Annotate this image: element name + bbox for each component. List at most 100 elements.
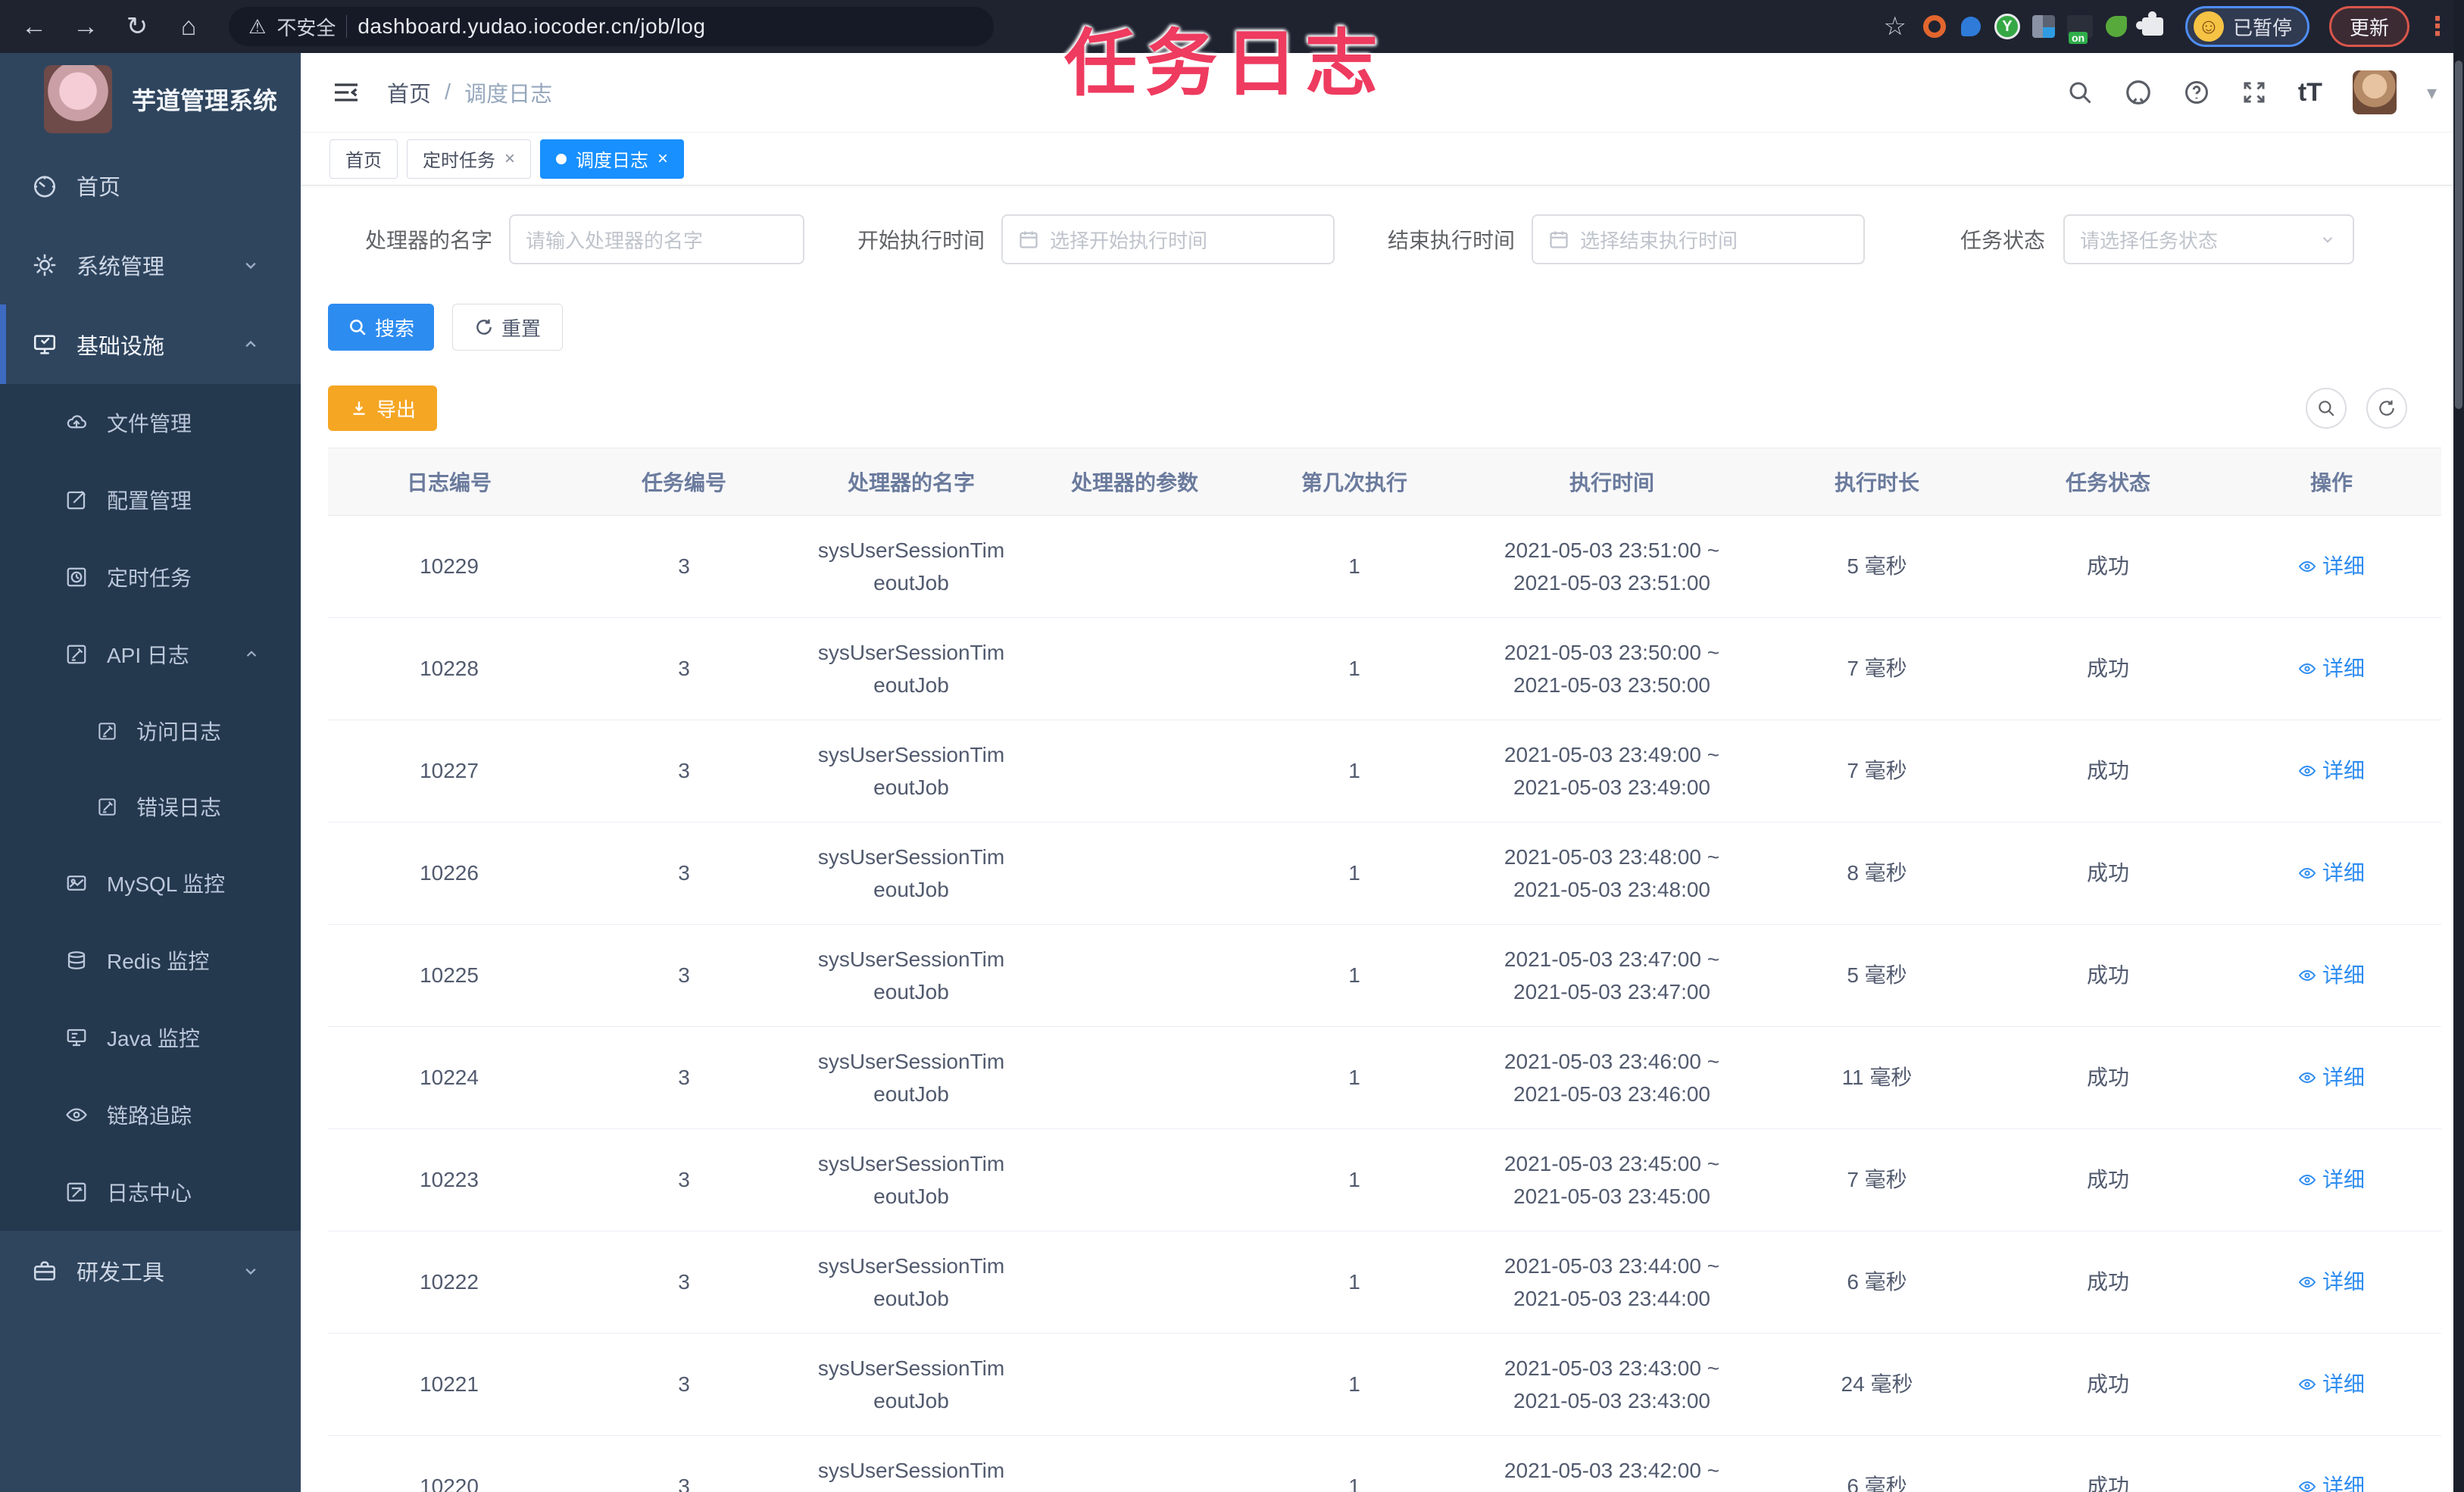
detail-link[interactable]: 详细 — [2298, 857, 2365, 889]
table-row: 10225 3 sysUserSessionTim eoutJob 1 2021-… — [328, 925, 2441, 1027]
detail-link[interactable]: 详细 — [2298, 1470, 2365, 1492]
tag-close-icon[interactable]: × — [657, 148, 668, 170]
cell-actions: 详细 — [2222, 1231, 2441, 1333]
browser-profile-chip[interactable]: ☺ 已暂停 — [2184, 6, 2309, 47]
detail-link[interactable]: 详细 — [2298, 652, 2365, 685]
collapse-menu-icon[interactable] — [331, 77, 361, 108]
detail-link[interactable]: 详细 — [2298, 1266, 2365, 1298]
github-icon[interactable] — [2124, 78, 2153, 107]
reset-button-label: 重置 — [501, 317, 541, 340]
cell-status: 成功 — [2086, 963, 2129, 988]
sidebar-item-system[interactable]: 系统管理 — [0, 225, 301, 304]
tag-close-icon[interactable]: × — [504, 148, 515, 170]
chevron-down-icon — [2322, 237, 2333, 243]
sidebar-item-label: Java 监控 — [107, 1027, 200, 1050]
address-bar[interactable]: ⚠ 不安全 dashboard.yudao.iocoder.cn/job/log — [229, 7, 994, 46]
cell-handler-param — [1025, 720, 1244, 822]
sidebar-item-dev-tools[interactable]: 研发工具 — [0, 1231, 301, 1310]
table-row: 10226 3 sysUserSessionTim eoutJob 1 2021-… — [328, 822, 2441, 925]
extension-icon-grid[interactable] — [2029, 12, 2058, 41]
extension-icon-y[interactable]: Y — [1993, 12, 2022, 41]
browser-update-button[interactable]: 更新 — [2328, 6, 2409, 47]
cell-handler-param — [1025, 1129, 1244, 1231]
bookmark-star-icon[interactable]: ☆ — [1883, 11, 1906, 42]
detail-link[interactable]: 详细 — [2298, 754, 2365, 787]
cell-task-id: 3 — [678, 759, 690, 783]
cell-exec-count: 1 — [1348, 759, 1360, 783]
eye-icon — [2298, 663, 2316, 674]
detail-link[interactable]: 详细 — [2298, 1061, 2365, 1094]
cell-handler-param — [1025, 1436, 1244, 1492]
sidebar-item-file-management[interactable]: 文件管理 — [0, 384, 301, 461]
sidebar-item-infrastructure[interactable]: 基础设施 — [0, 304, 301, 384]
cell-log-id: 10225 — [420, 963, 479, 988]
cell-handler-name: sysUserSessionTimeoutJob — [817, 742, 1005, 799]
column-header: 处理器的参数 — [1070, 471, 1198, 495]
search-icon[interactable] — [2066, 79, 2094, 106]
browser-forward-icon[interactable]: → — [64, 7, 108, 46]
breadcrumb-current: 调度日志 — [464, 83, 553, 107]
gear-icon — [33, 254, 56, 276]
fullscreen-icon[interactable] — [2241, 79, 2268, 106]
extensions-puzzle-icon[interactable] — [2135, 11, 2167, 41]
user-menu-caret-icon[interactable]: ▾ — [2427, 81, 2437, 105]
sidebar-item-config-management[interactable]: 配置管理 — [0, 461, 301, 538]
extension-icon-ring[interactable] — [1920, 12, 1949, 41]
browser-home-icon[interactable]: ⌂ — [167, 7, 211, 46]
sidebar-item-label: 首页 — [77, 175, 121, 200]
sidebar-item-error-log[interactable]: 错误日志 — [0, 769, 301, 844]
breadcrumb: 首页 / 调度日志 — [387, 76, 552, 108]
cell-log-id: 10223 — [420, 1168, 479, 1192]
browser-reload-icon[interactable]: ↻ — [115, 7, 159, 46]
export-button[interactable]: 导出 — [328, 385, 437, 431]
detail-link[interactable]: 详细 — [2298, 1163, 2365, 1196]
sidebar-item-trace[interactable]: 链路追踪 — [0, 1076, 301, 1153]
sidebar-item-label: 访问日志 — [136, 720, 222, 744]
breadcrumb-home[interactable]: 首页 — [387, 76, 431, 108]
page-content: 处理器的名字 请输入处理器的名字 开始执行时间 选择开始执行时间 结束执行时间 … — [301, 186, 2464, 1492]
detail-link[interactable]: 详细 — [2298, 550, 2365, 582]
tag-job-log-active[interactable]: 调度日志 × — [540, 139, 685, 179]
refresh-table-button[interactable] — [2366, 388, 2407, 429]
search-icon — [350, 320, 366, 336]
extension-on-badge: on — [2068, 32, 2088, 44]
extension-icon-leaf[interactable] — [2102, 12, 2131, 41]
sidebar-item-mysql-monitor[interactable]: MySQL 监控 — [0, 844, 301, 922]
app-logo-image — [44, 65, 112, 133]
cell-actions: 详细 — [2222, 925, 2441, 1026]
detail-link[interactable]: 详细 — [2298, 959, 2365, 991]
start-time-picker[interactable]: 选择开始执行时间 — [1001, 214, 1335, 264]
detail-link[interactable]: 详细 — [2298, 1368, 2365, 1400]
cell-duration: 5 毫秒 — [1847, 554, 1907, 579]
sidebar-item-label: 基础设施 — [77, 334, 165, 359]
end-time-picker[interactable]: 选择结束执行时间 — [1532, 214, 1865, 264]
app-logo-row[interactable]: 芋道管理系统 — [0, 53, 301, 145]
cell-duration: 6 毫秒 — [1847, 1270, 1907, 1294]
user-avatar[interactable] — [2352, 70, 2397, 114]
cell-exec-time: 2021-05-03 23:43:00 ~2021-05-03 23:43:00 — [1504, 1356, 1720, 1412]
reset-button[interactable]: 重置 — [452, 304, 563, 351]
tag-scheduled-jobs[interactable]: 定时任务 × — [407, 139, 532, 179]
extension-icon-on[interactable]: on — [2066, 12, 2094, 44]
extension-icon-drop[interactable] — [1957, 12, 1985, 41]
browser-back-icon[interactable]: ← — [12, 7, 56, 46]
handler-name-input[interactable]: 请输入处理器的名字 — [509, 214, 804, 264]
toggle-search-button[interactable] — [2306, 388, 2347, 429]
cell-exec-time: 2021-05-03 23:44:00 ~2021-05-03 23:44:00 — [1504, 1253, 1720, 1310]
page-scrollbar[interactable] — [2453, 0, 2464, 1492]
sidebar-item-log-center[interactable]: 日志中心 — [0, 1153, 301, 1231]
browser-menu-icon[interactable]: ⋮ — [2425, 11, 2452, 42]
scrollbar-thumb[interactable] — [2455, 61, 2462, 409]
sidebar-item-scheduled-jobs[interactable]: 定时任务 — [0, 538, 301, 616]
sidebar-item-api-log[interactable]: API 日志 — [0, 616, 301, 693]
help-icon[interactable] — [2183, 79, 2210, 106]
sidebar-item-java-monitor[interactable]: Java 监控 — [0, 999, 301, 1076]
job-status-select[interactable]: 请选择任务状态 — [2063, 214, 2354, 264]
sidebar-submenu-infrastructure: 文件管理 配置管理 定时任务 API 日志 访问日志 错误日志 MySQL 监控… — [0, 384, 301, 1231]
sidebar-item-home[interactable]: 首页 — [0, 145, 301, 225]
sidebar-item-redis-monitor[interactable]: Redis 监控 — [0, 922, 301, 999]
search-button[interactable]: 搜索 — [328, 304, 434, 351]
sidebar-item-access-log[interactable]: 访问日志 — [0, 693, 301, 769]
tag-home[interactable]: 首页 — [329, 139, 398, 179]
font-size-icon[interactable]: tT — [2298, 78, 2322, 108]
